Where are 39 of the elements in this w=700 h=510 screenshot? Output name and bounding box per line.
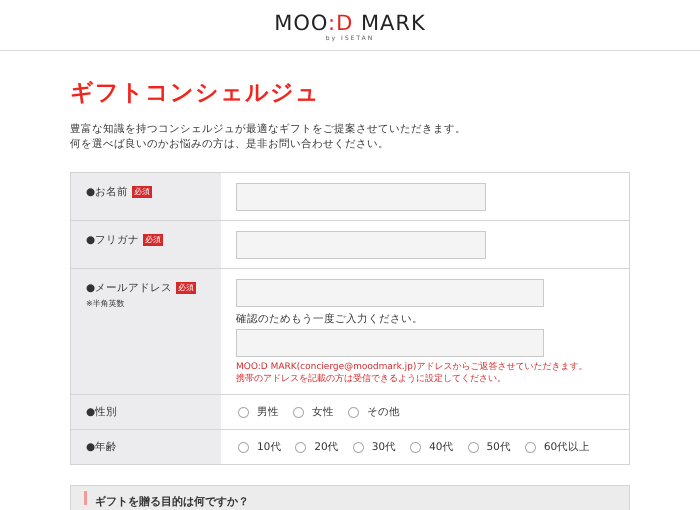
input-field[interactable] bbox=[236, 183, 486, 211]
radio-button[interactable] bbox=[468, 442, 478, 452]
field-label: ●フリガナ bbox=[86, 233, 140, 247]
radio-button[interactable] bbox=[524, 442, 536, 452]
radio-label[interactable]: 20代 bbox=[314, 440, 339, 454]
radio-label[interactable]: 30代 bbox=[372, 440, 396, 454]
intro-text: 豊富な知識を持つコンシェルジュが最適なギフトをご提案させていただきます。 bbox=[70, 122, 467, 137]
email-confirm-field[interactable] bbox=[236, 329, 544, 357]
notice-text: MOO:D MARK(concierge@moodmark.jp)アドレスからご返答させていただきます。 bbox=[236, 361, 588, 373]
radio-label[interactable]: 10代 bbox=[257, 440, 282, 454]
radio-label[interactable]: 40代 bbox=[429, 440, 454, 454]
intro-text: 何を選べば良いのかお悩みの方は、是非お問い合わせください。 bbox=[70, 137, 390, 152]
required-tag: 必須 bbox=[176, 282, 196, 294]
field-label: ●年齢 bbox=[86, 440, 118, 454]
radio-button[interactable] bbox=[295, 442, 306, 452]
radio-button[interactable] bbox=[348, 406, 359, 418]
input-field[interactable] bbox=[236, 231, 486, 259]
radio-button[interactable] bbox=[352, 442, 364, 452]
field-label: ●性別 bbox=[86, 405, 118, 419]
radio-button[interactable] bbox=[238, 442, 249, 452]
field-label: ●お名前 bbox=[86, 185, 128, 199]
email-field[interactable] bbox=[236, 279, 544, 307]
section-heading: ギフトを贈る目的は何ですか？ bbox=[95, 494, 249, 510]
radio-button[interactable] bbox=[293, 406, 304, 418]
radio-label[interactable]: 男性 bbox=[257, 405, 279, 419]
required-tag: 必須 bbox=[132, 186, 152, 198]
required-tag: 必須 bbox=[143, 234, 164, 246]
field-label: ●メールアドレス bbox=[86, 281, 172, 295]
radio-button[interactable] bbox=[410, 442, 422, 452]
confirm-label: 確認のためもう一度ご入力ください。 bbox=[236, 312, 424, 326]
field-note: ※半角英数 bbox=[86, 298, 126, 309]
radio-label[interactable]: その他 bbox=[367, 405, 400, 419]
radio-label[interactable]: 60代以上 bbox=[544, 440, 590, 454]
radio-label[interactable]: 女性 bbox=[312, 405, 334, 419]
notice-text: 携帯のアドレスを記載の方は受信できるように設定してください。 bbox=[236, 373, 507, 385]
radio-label[interactable]: 50代 bbox=[486, 440, 511, 454]
radio-button[interactable] bbox=[238, 406, 249, 418]
logo[interactable]: MOO:D MARK bbox=[274, 12, 426, 34]
page-title: ギフトコンシェルジュ bbox=[70, 79, 321, 108]
